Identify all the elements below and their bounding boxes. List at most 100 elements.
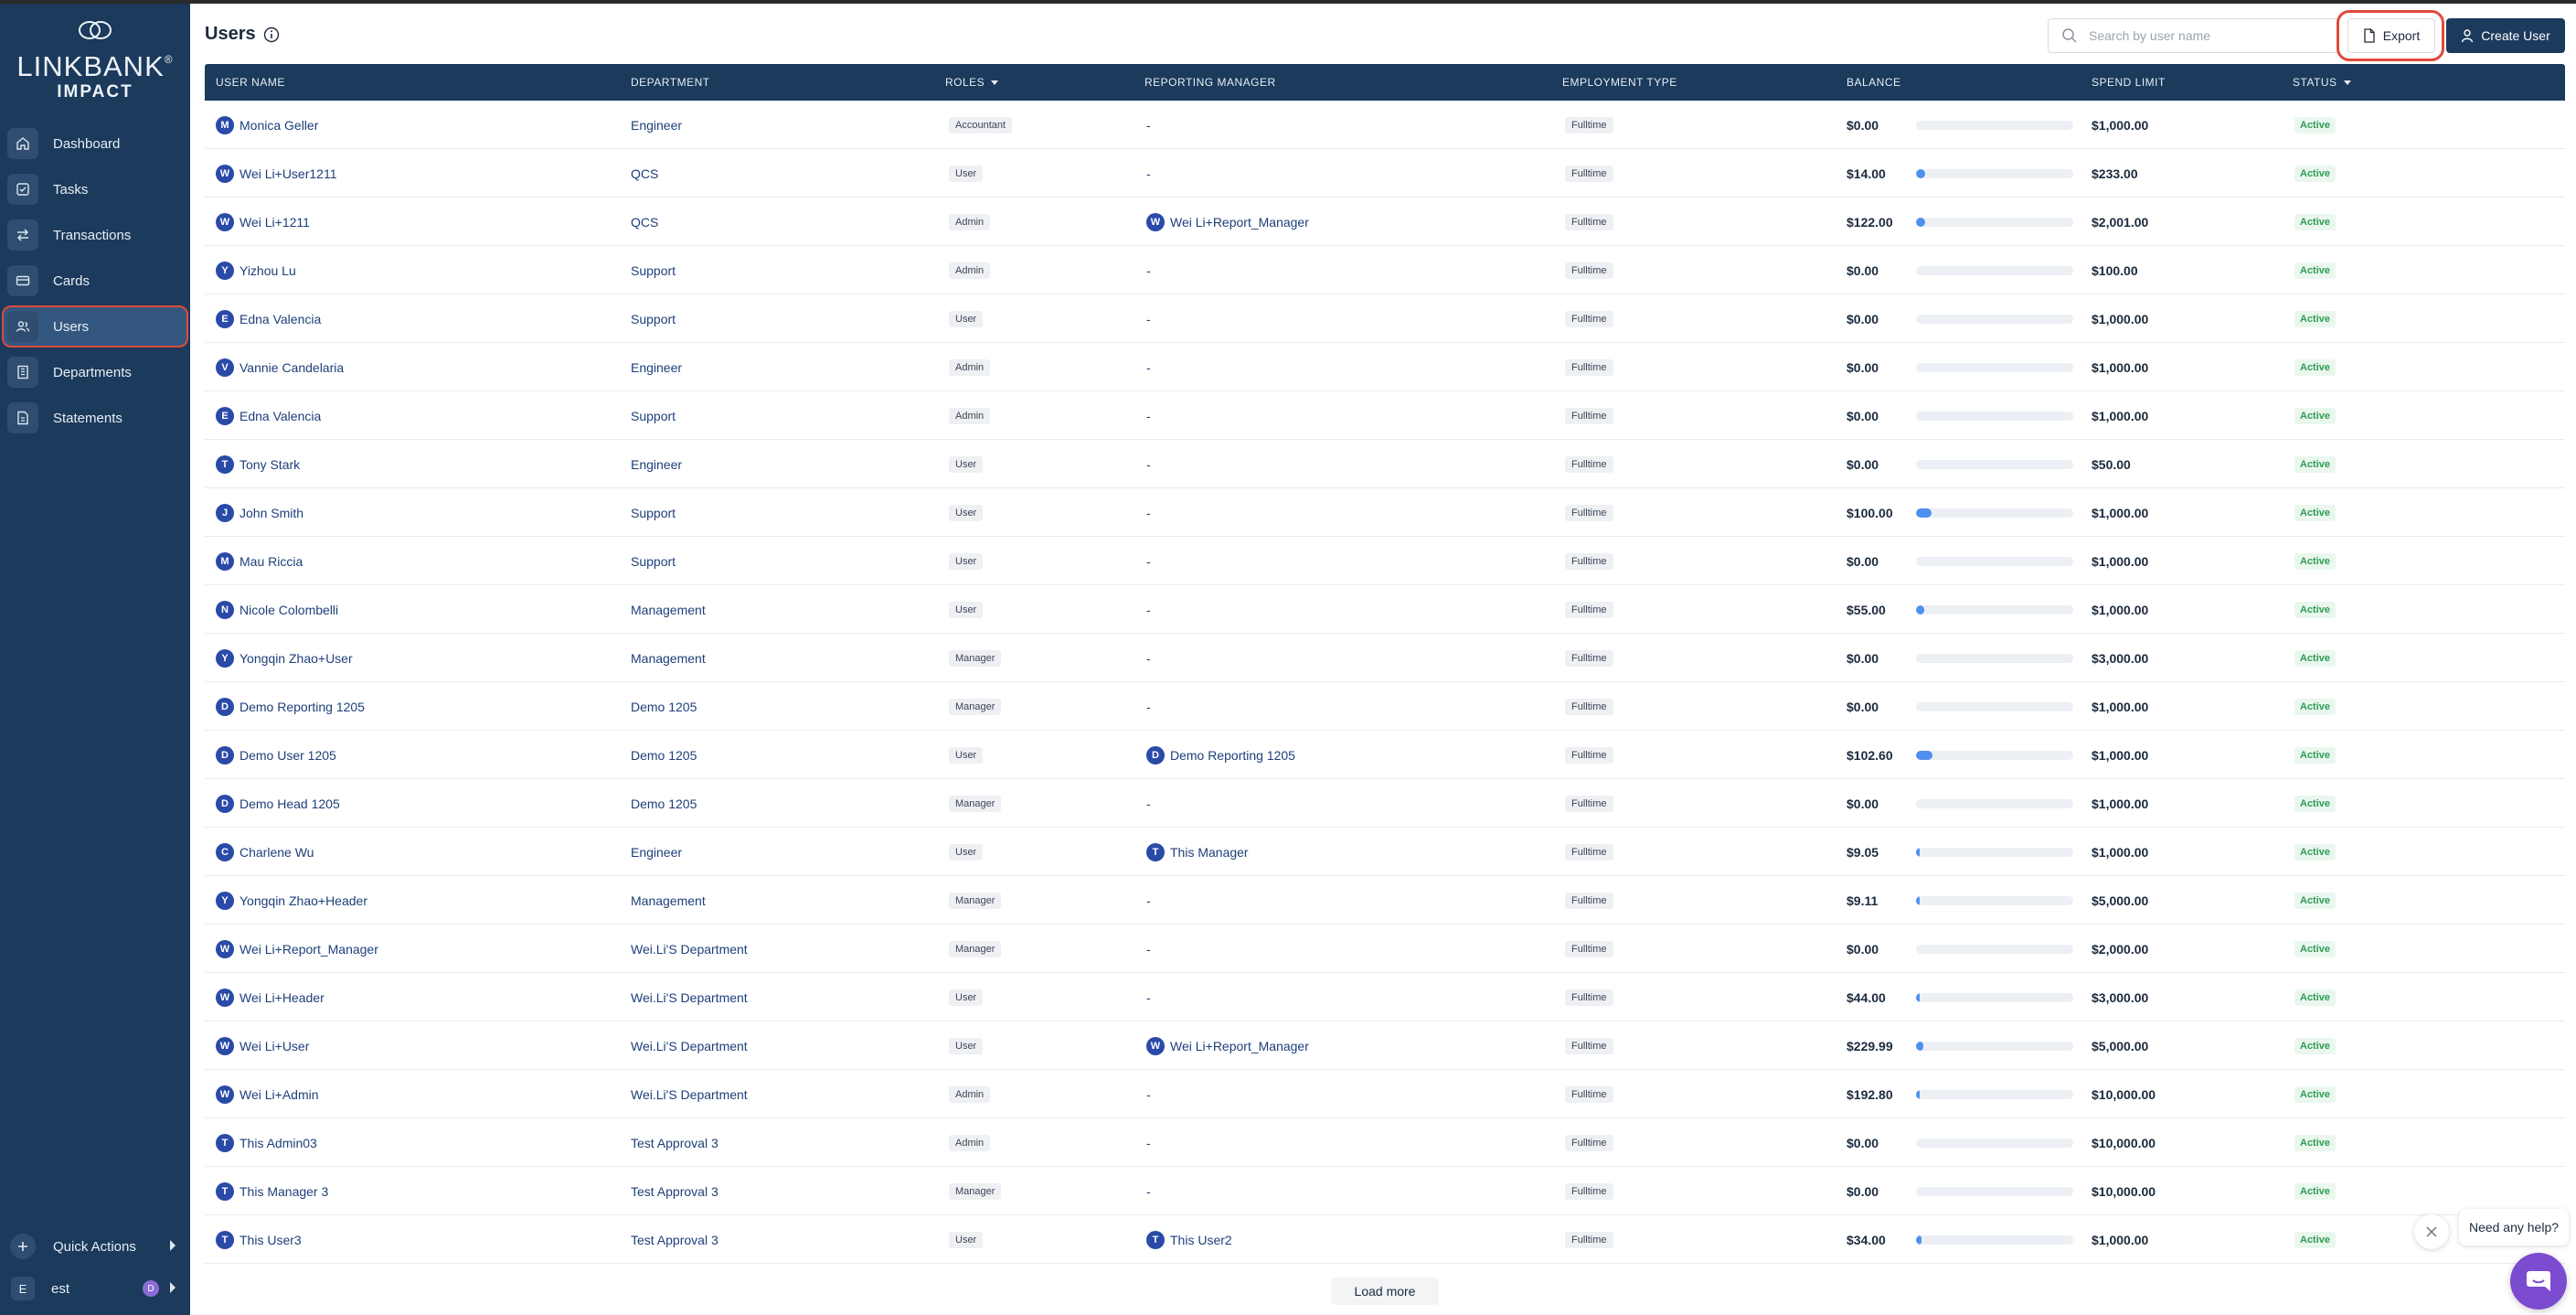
- user-name-cell[interactable]: W Wei Li+Header: [216, 973, 325, 1021]
- user-avatar: M: [216, 551, 234, 571]
- column-header-roles[interactable]: ROLES: [945, 64, 999, 101]
- table-row[interactable]: W Wei Li+Report_Manager Wei.Li'S Departmen…: [205, 925, 2565, 973]
- user-avatar: N: [216, 600, 234, 619]
- table-row[interactable]: W Wei Li+Admin Wei.Li'S Department Admin - Fu…: [205, 1070, 2565, 1118]
- quick-actions-button[interactable]: Quick Actions: [0, 1225, 190, 1267]
- create-user-button[interactable]: Create User: [2446, 18, 2565, 53]
- user-name-cell[interactable]: Y Yongqin Zhao+Header: [216, 876, 367, 925]
- user-name-cell[interactable]: W Wei Li+Report_Manager: [216, 925, 378, 973]
- user-name-cell[interactable]: M Monica Geller: [216, 101, 318, 149]
- reporting-manager-cell: W Wei Li+Report_Manager: [1146, 198, 1309, 246]
- sidebar-item-tasks[interactable]: Tasks: [0, 166, 190, 212]
- user-name-cell[interactable]: D Demo User 1205: [216, 731, 336, 779]
- user-avatar: W: [216, 988, 234, 1007]
- table-row[interactable]: T This User3 Test Approval 3 User T This User…: [205, 1215, 2565, 1264]
- table-row[interactable]: W Wei Li+1211 QCS Admin W Wei Li+Report_Manag…: [205, 198, 2565, 246]
- sidebar-item-dashboard[interactable]: Dashboard: [0, 121, 190, 166]
- table-row[interactable]: M Monica Geller Engineer Accountant - Fulltim…: [205, 101, 2565, 149]
- balance-cell: $0.00: [1847, 359, 1879, 375]
- search-input[interactable]: [2089, 28, 2308, 43]
- manager-name: -: [1146, 117, 1151, 133]
- role-badge: Admin: [949, 1085, 991, 1103]
- role-badge: User: [949, 989, 984, 1006]
- table-row[interactable]: V Vannie Candelaria Engineer Admin - Fulltime…: [205, 343, 2565, 391]
- column-header-spend-limit[interactable]: SPEND LIMIT: [2092, 64, 2166, 101]
- column-header-balance[interactable]: BALANCE: [1847, 64, 1901, 101]
- user-name-cell[interactable]: C Charlene Wu: [216, 828, 314, 876]
- reporting-manager-cell: -: [1146, 634, 1151, 682]
- user-name-cell[interactable]: W Wei Li+1211: [216, 198, 310, 246]
- balance-cell: $192.80: [1847, 1086, 1893, 1102]
- sidebar-item-users[interactable]: Users: [0, 304, 190, 349]
- sidebar-item-transactions[interactable]: Transactions: [0, 212, 190, 258]
- column-header-department[interactable]: DEPARTMENT: [631, 64, 710, 101]
- table-row[interactable]: W Wei Li+Header Wei.Li'S Department User - Fu…: [205, 973, 2565, 1021]
- table-row[interactable]: C Charlene Wu Engineer User T This Manager Ful…: [205, 828, 2565, 876]
- table-row[interactable]: E Edna Valencia Support User - Fulltime $0.00 $…: [205, 294, 2565, 343]
- account-switcher[interactable]: E est D: [0, 1267, 190, 1310]
- table-header: USER NAME DEPARTMENT ROLES REPORTING MAN…: [205, 64, 2565, 101]
- manager-name: -: [1146, 311, 1151, 326]
- table-row[interactable]: M Mau Riccia Support User - Fulltime $0.00 $1,0…: [205, 537, 2565, 585]
- help-bubble[interactable]: Need any help?: [2459, 1209, 2569, 1246]
- balance-cell: $0.00: [1847, 117, 1879, 133]
- sidebar-item-statements[interactable]: Statements: [0, 395, 190, 441]
- table-row[interactable]: T This Admin03 Test Approval 3 Admin - Fullti…: [205, 1118, 2565, 1167]
- user-name-cell[interactable]: T This User3: [216, 1215, 302, 1264]
- user-name-cell[interactable]: D Demo Head 1205: [216, 779, 340, 828]
- sidebar-item-cards[interactable]: Cards: [0, 258, 190, 304]
- user-name-cell[interactable]: Y Yongqin Zhao+User: [216, 634, 353, 682]
- user-name-cell[interactable]: M Mau Riccia: [216, 537, 303, 585]
- chat-icon: [2527, 1271, 2550, 1291]
- table-row[interactable]: Y Yongqin Zhao+Header Management Manager - Fu…: [205, 876, 2565, 925]
- user-name-cell[interactable]: W Wei Li+User: [216, 1021, 309, 1070]
- card-icon: [7, 265, 38, 296]
- chat-launcher-button[interactable]: [2510, 1253, 2567, 1310]
- table-row[interactable]: W Wei Li+User1211 QCS User - Fulltime $14.00 $2…: [205, 149, 2565, 198]
- table-row[interactable]: Y Yizhou Lu Support Admin - Fulltime $0.00 $100…: [205, 246, 2565, 294]
- table-row[interactable]: J John Smith Support User - Fulltime $100.00 $1…: [205, 488, 2565, 537]
- export-button[interactable]: Export: [2347, 18, 2435, 53]
- table-row[interactable]: D Demo Reporting 1205 Demo 1205 Manager - Ful…: [205, 682, 2565, 731]
- balance-progress-bar: [1916, 604, 2073, 615]
- user-name-cell[interactable]: D Demo Reporting 1205: [216, 682, 365, 731]
- table-row[interactable]: N Nicole Colombelli Management User - Fulltim…: [205, 585, 2565, 634]
- role-badge: Admin: [949, 358, 991, 376]
- column-header-reporting-manager[interactable]: REPORTING MANAGER: [1144, 64, 1276, 101]
- user-name-cell[interactable]: W Wei Li+Admin: [216, 1070, 319, 1118]
- sidebar-item-departments[interactable]: Departments: [0, 349, 190, 395]
- balance-progress-fill: [1916, 1235, 1921, 1245]
- user-name-cell[interactable]: T Tony Stark: [216, 440, 300, 488]
- user-name-cell[interactable]: E Edna Valencia: [216, 294, 321, 343]
- table-row[interactable]: W Wei Li+User Wei.Li'S Department User W Wei …: [205, 1021, 2565, 1070]
- user-name-cell[interactable]: E Edna Valencia: [216, 391, 321, 440]
- user-name-cell[interactable]: T This Manager 3: [216, 1167, 328, 1215]
- user-name-cell[interactable]: W Wei Li+User1211: [216, 149, 336, 198]
- user-name-cell[interactable]: T This Admin03: [216, 1118, 317, 1167]
- balance-cell: $122.00: [1847, 214, 1893, 230]
- manager-name: -: [1146, 408, 1151, 423]
- user-avatar: J: [216, 503, 234, 522]
- table-row[interactable]: T This Manager 3 Test Approval 3 Manager - Fu…: [205, 1167, 2565, 1215]
- help-close-button[interactable]: [2414, 1214, 2449, 1249]
- status-badge: Active: [2294, 649, 2336, 667]
- info-icon[interactable]: [263, 27, 280, 43]
- balance-progress-bar: [1916, 847, 2073, 857]
- spend-limit-cell: $10,000.00: [2092, 1135, 2156, 1150]
- column-header-employment-type[interactable]: EMPLOYMENT TYPE: [1562, 64, 1677, 101]
- reporting-manager-cell: -: [1146, 391, 1151, 440]
- table-row[interactable]: D Demo Head 1205 Demo 1205 Manager - Fulltime…: [205, 779, 2565, 828]
- user-name-cell[interactable]: V Vannie Candelaria: [216, 343, 344, 391]
- user-name-cell[interactable]: N Nicole Colombelli: [216, 585, 338, 634]
- table-row[interactable]: T Tony Stark Engineer User - Fulltime $0.00 $50…: [205, 440, 2565, 488]
- table-row[interactable]: D Demo User 1205 Demo 1205 User D Demo Report…: [205, 731, 2565, 779]
- user-name-cell[interactable]: Y Yizhou Lu: [216, 246, 296, 294]
- balance-bar-cell: [1916, 1118, 2073, 1167]
- column-header-user-name[interactable]: USER NAME: [216, 64, 285, 101]
- table-row[interactable]: Y Yongqin Zhao+User Management Manager - Full…: [205, 634, 2565, 682]
- table-row[interactable]: E Edna Valencia Support Admin - Fulltime $0.00…: [205, 391, 2565, 440]
- balance-progress-bar: [1916, 120, 2073, 130]
- user-name-cell[interactable]: J John Smith: [216, 488, 303, 537]
- column-header-status[interactable]: STATUS: [2293, 64, 2352, 101]
- load-more-button[interactable]: Load more: [1331, 1278, 1439, 1305]
